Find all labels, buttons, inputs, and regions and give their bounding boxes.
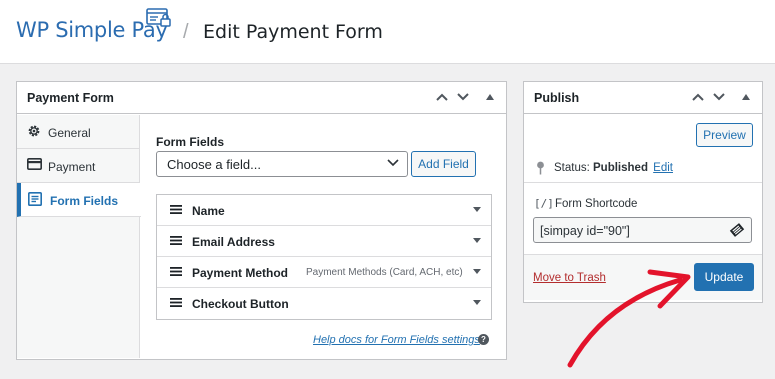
payment-form-icon bbox=[146, 8, 171, 27]
form-field-row[interactable]: Name bbox=[157, 195, 491, 226]
select-value: Choose a field... bbox=[167, 157, 261, 172]
preview-button[interactable]: Preview bbox=[696, 123, 753, 147]
chevron-up-icon bbox=[692, 93, 704, 101]
move-down-button[interactable] bbox=[455, 88, 471, 106]
field-name: Name bbox=[192, 204, 225, 218]
help-icon[interactable]: ? bbox=[478, 334, 489, 345]
form-icon bbox=[28, 192, 42, 206]
panel-title: Payment Form bbox=[27, 91, 114, 105]
caret-up-icon bbox=[486, 94, 494, 100]
collapse-toggle[interactable] bbox=[482, 88, 498, 106]
drag-handle-icon[interactable] bbox=[170, 236, 182, 245]
add-field-button[interactable]: Add Field bbox=[411, 151, 476, 177]
help-docs-link[interactable]: Help docs for Form Fields settings bbox=[313, 334, 480, 346]
form-field-row[interactable]: Checkout Button bbox=[157, 288, 491, 319]
form-field-row[interactable]: Payment Method Payment Methods (Card, AC… bbox=[157, 257, 491, 288]
field-description: Payment Methods (Card, ACH, etc) bbox=[306, 267, 463, 278]
move-up-button[interactable] bbox=[690, 88, 706, 106]
brand-logo[interactable]: WP Simple Pay bbox=[16, 18, 168, 42]
field-name: Payment Method bbox=[192, 266, 289, 280]
tab-label: Payment bbox=[48, 160, 96, 174]
panel-header: Publish bbox=[524, 82, 762, 114]
field-name: Checkout Button bbox=[192, 297, 289, 311]
expand-caret-icon[interactable] bbox=[473, 300, 481, 305]
status-prefix: Status: bbox=[554, 162, 590, 174]
expand-caret-icon[interactable] bbox=[473, 238, 481, 243]
chevron-down-icon bbox=[457, 93, 469, 101]
chevron-down-icon bbox=[713, 93, 725, 101]
status-value: Published bbox=[593, 162, 648, 174]
update-button[interactable]: Update bbox=[694, 263, 754, 291]
payment-form-panel: Payment Form General Payment Form Fields… bbox=[16, 81, 507, 360]
breadcrumb-separator: / bbox=[183, 21, 189, 43]
settings-tabs: General Payment Form Fields bbox=[17, 115, 141, 358]
shortcode-icon: [/] bbox=[534, 197, 554, 210]
divider bbox=[524, 182, 762, 183]
gear-icon bbox=[28, 125, 40, 137]
drag-handle-icon[interactable] bbox=[170, 298, 182, 307]
credit-card-icon bbox=[27, 158, 42, 170]
shortcode-field[interactable]: [simpay id="90"] bbox=[533, 217, 752, 243]
field-name: Email Address bbox=[192, 235, 275, 249]
chevron-up-icon bbox=[436, 93, 448, 101]
panel-title: Publish bbox=[534, 91, 580, 105]
edit-status-link[interactable]: Edit bbox=[653, 162, 673, 174]
shortcode-value: [simpay id="90"] bbox=[540, 224, 630, 238]
top-bar: WP Simple Pay / Edit Payment Form bbox=[0, 0, 775, 64]
drag-handle-icon[interactable] bbox=[170, 267, 182, 276]
tab-payment[interactable]: Payment bbox=[17, 149, 139, 183]
tab-label: Form Fields bbox=[50, 194, 119, 208]
form-fields-heading: Form Fields bbox=[156, 135, 225, 149]
form-fields-list: Name Email Address Payment Method Paymen… bbox=[156, 194, 492, 320]
tab-general[interactable]: General bbox=[17, 115, 139, 149]
copy-clipboard-icon[interactable] bbox=[729, 222, 745, 238]
tab-label: General bbox=[48, 126, 91, 140]
page-title: Edit Payment Form bbox=[203, 21, 383, 43]
annotation-arrow bbox=[567, 269, 691, 368]
chevron-down-icon bbox=[387, 159, 399, 167]
move-down-button[interactable] bbox=[711, 88, 727, 106]
shortcode-label: Form Shortcode bbox=[555, 198, 638, 210]
collapse-toggle[interactable] bbox=[738, 88, 754, 106]
expand-caret-icon[interactable] bbox=[473, 207, 481, 212]
field-type-select[interactable]: Choose a field... bbox=[156, 151, 408, 177]
tab-form-fields[interactable]: Form Fields bbox=[17, 183, 141, 217]
form-field-row[interactable]: Email Address bbox=[157, 226, 491, 257]
drag-handle-icon[interactable] bbox=[170, 205, 182, 214]
move-up-button[interactable] bbox=[434, 88, 450, 106]
caret-up-icon bbox=[742, 94, 750, 100]
expand-caret-icon[interactable] bbox=[473, 269, 481, 274]
pin-icon bbox=[537, 161, 544, 175]
publish-status: Status: Published Edit bbox=[554, 162, 673, 174]
panel-header: Payment Form bbox=[17, 82, 506, 114]
